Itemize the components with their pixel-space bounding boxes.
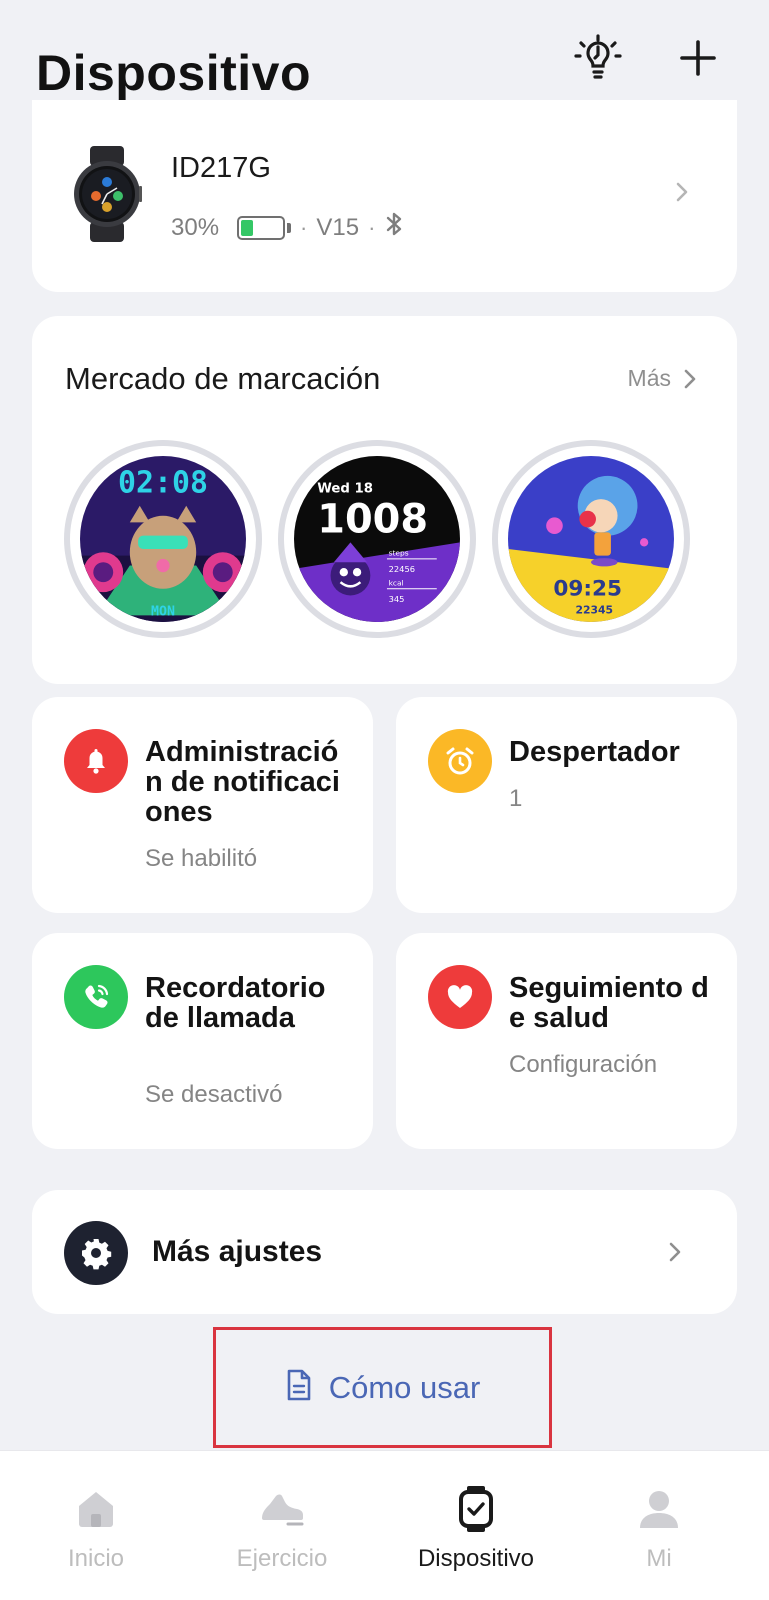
alarm-clock-card[interactable]: Despertador 1 xyxy=(396,697,737,913)
face2-kcal-label: kcal xyxy=(389,578,404,587)
face2-steps-label: steps xyxy=(389,549,409,558)
watchface-3-preview: 09:25 22345 xyxy=(508,456,674,622)
market-more-link[interactable]: Más xyxy=(628,365,697,392)
face3-steps: 22345 xyxy=(576,604,614,617)
more-label: Más xyxy=(627,365,671,391)
heart-icon xyxy=(428,965,492,1029)
feature-title: Despertador xyxy=(509,736,680,768)
plus-icon[interactable] xyxy=(670,30,726,86)
face2-steps-value: 22456 xyxy=(389,564,415,574)
call-reminder-card[interactable]: Recordatorio de llamada Se desactivó xyxy=(32,933,373,1149)
face1-day: MON xyxy=(151,604,175,619)
phone-icon xyxy=(64,965,128,1029)
tab-label: Inicio xyxy=(67,1545,125,1572)
watchface-2-preview: Wed 18 1008 steps 22456 kcal 345 xyxy=(294,456,460,622)
feature-title: Recordatorio de llamada xyxy=(145,972,326,1034)
chevron-right-icon xyxy=(667,1240,683,1269)
face2-date: Wed 18 xyxy=(317,482,373,497)
tab-ejercicio[interactable]: Ejercicio xyxy=(186,1451,378,1600)
watchface-market-card: Mercado de marcación Más 02:08 MON Wed 1… xyxy=(32,316,737,684)
notification-management-card[interactable]: Administración de notificaciones Se habi… xyxy=(32,697,373,913)
device-status: 30% · V15 · xyxy=(171,210,404,245)
tab-dispositivo[interactable]: Dispositivo xyxy=(380,1451,572,1600)
alarm-count: 1 xyxy=(509,785,523,812)
device-card[interactable]: ID217G 30% · V15 · xyxy=(32,100,737,292)
firmware-version: V15 xyxy=(316,213,360,241)
separator-dot: · xyxy=(368,214,376,240)
chevron-right-icon xyxy=(684,369,696,388)
bottom-tab-bar: Inicio Ejercicio Dispositivo Mi xyxy=(0,1450,769,1600)
how-to-use-label: Cómo usar xyxy=(328,1369,481,1405)
running-shoe-icon xyxy=(254,1481,310,1537)
battery-percent: 30% xyxy=(171,213,220,241)
watchface-1-preview: 02:08 MON xyxy=(80,456,246,622)
watchface-2[interactable]: Wed 18 1008 steps 22456 kcal 345 xyxy=(278,440,476,638)
market-title: Mercado de marcación xyxy=(65,361,381,396)
page-title: Dispositivo xyxy=(36,45,311,101)
tab-mi[interactable]: Mi xyxy=(563,1451,755,1600)
gear-icon xyxy=(64,1221,128,1285)
bell-icon xyxy=(64,729,128,793)
watchface-3[interactable]: 09:25 22345 xyxy=(492,440,690,638)
chevron-right-icon xyxy=(674,180,690,209)
face2-time: 1008 xyxy=(317,496,428,542)
how-to-use-link[interactable]: Cómo usar xyxy=(213,1327,552,1448)
alarm-clock-icon xyxy=(428,729,492,793)
bluetooth-icon xyxy=(384,210,404,245)
tab-label: Dispositivo xyxy=(417,1545,535,1572)
watch-icon xyxy=(448,1481,504,1537)
tab-label: Ejercicio xyxy=(236,1545,328,1572)
face2-kcal-value: 345 xyxy=(389,594,405,604)
feature-status: Configuración xyxy=(509,1051,658,1078)
face3-time: 09:25 xyxy=(553,576,622,601)
document-icon xyxy=(285,1368,313,1407)
more-settings-label: Más ajustes xyxy=(152,1235,323,1268)
watch-image xyxy=(72,146,142,242)
feature-status: Se desactivó xyxy=(145,1081,283,1108)
separator-dot: · xyxy=(300,214,308,240)
feature-title: Seguimiento de salud xyxy=(509,972,709,1034)
feature-title: Administración de notificaciones xyxy=(145,736,340,828)
watchface-1[interactable]: 02:08 MON xyxy=(64,440,262,638)
person-icon xyxy=(631,1481,687,1537)
health-tracking-card[interactable]: Seguimiento de salud Configuración xyxy=(396,933,737,1149)
more-settings-row[interactable]: Más ajustes xyxy=(32,1190,737,1314)
home-icon xyxy=(68,1481,124,1537)
feature-status: Se habilitó xyxy=(145,845,258,872)
face1-time: 02:08 xyxy=(118,466,208,501)
device-name: ID217G xyxy=(171,152,271,184)
lightbulb-icon[interactable] xyxy=(570,30,626,86)
battery-icon xyxy=(237,215,292,240)
tab-label: Mi xyxy=(646,1545,672,1572)
tab-inicio[interactable]: Inicio xyxy=(0,1451,192,1600)
